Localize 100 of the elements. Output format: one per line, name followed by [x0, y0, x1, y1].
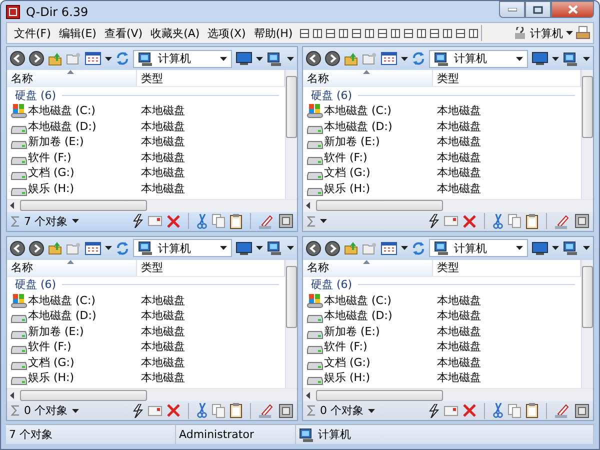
forward-icon[interactable] — [325, 51, 340, 66]
maximize-icon[interactable] — [533, 6, 543, 14]
minimize-icon[interactable] — [508, 8, 516, 12]
refresh-icon[interactable] — [116, 52, 129, 65]
scissors-icon[interactable] — [197, 214, 207, 228]
drive-name[interactable]: 软件 (F:) — [7, 150, 137, 165]
caret-icon[interactable] — [256, 246, 263, 250]
delete-icon[interactable] — [463, 214, 476, 228]
copy-icon[interactable] — [212, 214, 225, 228]
object-count[interactable]: 0 个对象 — [320, 403, 364, 418]
caret-icon[interactable] — [401, 56, 408, 60]
layout-icon[interactable] — [442, 28, 452, 38]
menu-item[interactable]: 收藏夹(A) — [146, 24, 204, 42]
printer-icon[interactable] — [576, 26, 590, 40]
vertical-scrollbar[interactable] — [581, 70, 593, 198]
column-header[interactable]: 类型 — [433, 70, 581, 87]
drive-name[interactable]: 本地磁盘 (C:) — [7, 292, 137, 308]
caret-icon[interactable] — [552, 246, 559, 250]
group-header[interactable]: 硬盘 (6) — [15, 277, 56, 292]
menu-item[interactable]: 选项(X) — [204, 24, 250, 42]
horizontal-scrollbar[interactable] — [303, 198, 593, 212]
drive-name[interactable]: 本地磁盘 (C:) — [7, 103, 137, 118]
caret-icon[interactable] — [72, 219, 78, 223]
scissors-icon[interactable] — [493, 214, 503, 228]
drive-name[interactable]: 软件 (F:) — [303, 150, 433, 165]
delete-icon[interactable] — [463, 404, 476, 417]
forward-icon[interactable] — [29, 240, 44, 256]
drive-name[interactable]: 本地磁盘 (C:) — [303, 103, 433, 118]
drive-name[interactable]: 新加卷 (E:) — [303, 134, 433, 150]
caret-icon[interactable] — [583, 56, 590, 60]
view-grid-icon[interactable] — [381, 242, 397, 254]
copy-icon[interactable] — [508, 214, 521, 228]
layout-icon[interactable] — [468, 28, 478, 38]
frame-icon[interactable] — [279, 214, 293, 228]
column-header[interactable]: 类型 — [137, 70, 285, 87]
frame-icon[interactable] — [575, 214, 589, 228]
copy-icon[interactable] — [212, 404, 225, 418]
scroll-left-icon[interactable] — [306, 202, 310, 209]
drive-name[interactable]: 本地磁盘 (C:) — [303, 292, 433, 308]
layout-icon[interactable] — [456, 28, 465, 38]
envelope-icon[interactable] — [444, 216, 458, 226]
refresh-icon[interactable] — [116, 242, 129, 254]
group-header[interactable]: 硬盘 (6) — [311, 277, 352, 292]
vertical-scrollbar[interactable] — [285, 70, 297, 198]
monitor-icon[interactable] — [236, 242, 252, 254]
column-header[interactable]: 名称 — [7, 70, 137, 87]
back-icon[interactable] — [10, 51, 25, 66]
menu-item[interactable]: 编辑(E) — [54, 24, 100, 42]
lightning-icon[interactable] — [132, 214, 143, 228]
drive-name[interactable]: 娱乐 (H:) — [7, 370, 137, 386]
horizontal-scrollbar[interactable] — [303, 388, 593, 401]
caret-icon[interactable] — [368, 408, 374, 412]
close-button[interactable] — [551, 1, 594, 18]
drive-name[interactable]: 文档 (G:) — [7, 354, 137, 370]
frame-icon[interactable] — [575, 404, 589, 418]
lightning-icon[interactable] — [132, 404, 143, 418]
envelope-icon[interactable] — [148, 406, 162, 416]
drive-name[interactable]: 本地磁盘 (D:) — [7, 308, 137, 324]
horizontal-scrollbar[interactable] — [7, 198, 297, 212]
view-grid-icon[interactable] — [85, 52, 101, 65]
back-icon[interactable] — [10, 240, 25, 256]
vertical-scrollbar[interactable] — [285, 260, 297, 388]
drive-name[interactable]: 新加卷 (E:) — [7, 134, 137, 150]
refresh-icon[interactable] — [412, 52, 425, 65]
group-header[interactable]: 硬盘 (6) — [311, 88, 352, 102]
drive-name[interactable]: 娱乐 (H:) — [303, 370, 433, 386]
back-icon[interactable] — [306, 240, 321, 256]
menu-item[interactable]: 文件(F) — [10, 24, 55, 42]
forward-icon[interactable] — [325, 240, 340, 256]
caret-icon[interactable] — [516, 246, 523, 250]
view-grid-icon[interactable] — [85, 242, 101, 254]
layout-icon[interactable] — [338, 28, 348, 38]
drive-name[interactable]: 新加卷 (E:) — [7, 324, 137, 339]
delete-icon[interactable] — [167, 214, 180, 228]
column-header[interactable]: 名称 — [303, 260, 433, 276]
scroll-left-icon[interactable] — [306, 392, 310, 398]
caret-icon[interactable] — [401, 246, 408, 250]
caret-icon[interactable] — [320, 219, 327, 223]
minimize-button[interactable] — [499, 1, 525, 18]
paste-icon[interactable] — [526, 214, 538, 228]
pen-icon[interactable] — [555, 403, 570, 418]
caret-icon[interactable] — [516, 56, 523, 60]
drive-name[interactable]: 新加卷 (E:) — [303, 324, 433, 339]
paste-icon[interactable] — [526, 403, 538, 418]
layout-icon[interactable] — [430, 28, 439, 38]
copy-icon[interactable] — [508, 404, 521, 418]
lightning-icon[interactable] — [428, 404, 439, 418]
lightning-icon[interactable] — [428, 214, 439, 228]
paste-icon[interactable] — [230, 403, 242, 418]
layout-icon[interactable] — [326, 28, 335, 38]
layout-icon[interactable] — [352, 28, 361, 38]
monitor-icon[interactable] — [236, 52, 252, 65]
object-count[interactable]: 7 个对象 — [24, 214, 68, 228]
address-field[interactable]: 计算机 — [133, 50, 232, 68]
scissors-icon[interactable] — [197, 403, 207, 418]
caret-icon[interactable] — [220, 56, 227, 60]
caret-icon[interactable] — [105, 56, 112, 60]
column-header[interactable]: 类型 — [433, 260, 581, 276]
layout-icon[interactable] — [300, 28, 309, 38]
caret-icon[interactable] — [105, 246, 112, 250]
